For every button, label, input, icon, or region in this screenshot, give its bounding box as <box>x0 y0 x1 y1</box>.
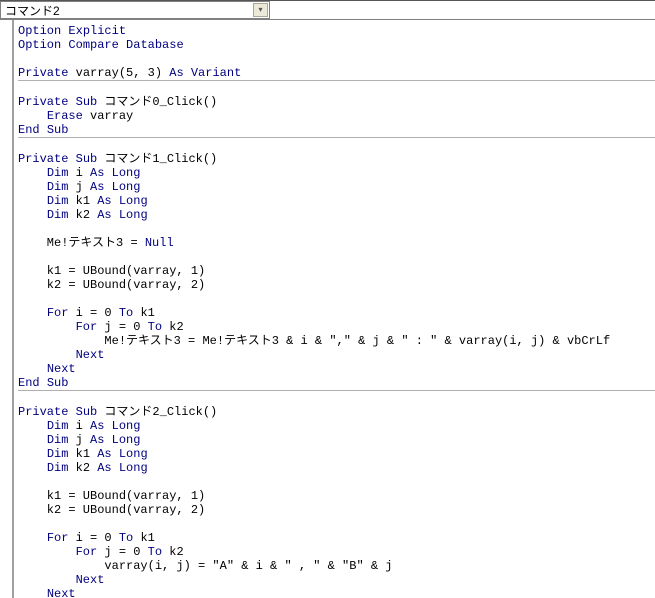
object-dropdown-bar: コマンド2 ▾ <box>0 1 655 19</box>
code-line: Me!テキスト3 = Null <box>18 236 174 250</box>
code-line: End Sub <box>18 376 68 390</box>
code-line: For i = 0 To k1 <box>18 531 155 545</box>
code-line: Next <box>18 587 76 598</box>
code-line: Option Compare Database <box>18 38 184 52</box>
code-line: End Sub <box>18 123 68 137</box>
code-line: Next <box>18 348 104 362</box>
proc-separator <box>18 137 655 138</box>
code-line: Dim j As Long <box>18 180 140 194</box>
proc-separator <box>18 390 655 391</box>
chevron-down-icon[interactable]: ▾ <box>253 3 268 17</box>
code-line: Private varray(5, 3) As Variant <box>18 66 241 80</box>
code-line: For j = 0 To k2 <box>18 545 184 559</box>
object-dropdown[interactable]: コマンド2 ▾ <box>0 1 270 19</box>
code-line: Private Sub コマンド0_Click() <box>18 95 217 109</box>
code-line: Dim i As Long <box>18 419 140 433</box>
code-line: k1 = UBound(varray, 1) <box>18 489 205 503</box>
code-line: Option Explicit <box>18 24 126 38</box>
proc-separator <box>18 80 655 81</box>
code-line: Dim k1 As Long <box>18 447 148 461</box>
code-line: For j = 0 To k2 <box>18 320 184 334</box>
object-dropdown-selected: コマンド2 <box>1 2 60 19</box>
code-line: Next <box>18 362 76 376</box>
code-line: Private Sub コマンド2_Click() <box>18 405 217 419</box>
code-line: Dim j As Long <box>18 433 140 447</box>
code-line: k2 = UBound(varray, 2) <box>18 503 205 517</box>
editor-area: Option Explicit Option Compare Database … <box>0 19 655 598</box>
code-line: Dim k2 As Long <box>18 208 148 222</box>
code-line: k2 = UBound(varray, 2) <box>18 278 205 292</box>
code-line: Erase varray <box>18 109 133 123</box>
code-line: Next <box>18 573 104 587</box>
code-line: Dim k1 As Long <box>18 194 148 208</box>
code-line: Dim i As Long <box>18 166 140 180</box>
code-line: Me!テキスト3 = Me!テキスト3 & i & "," & j & " : … <box>18 334 610 348</box>
code-line: k1 = UBound(varray, 1) <box>18 264 205 278</box>
code-line: Dim k2 As Long <box>18 461 148 475</box>
code-line: Private Sub コマンド1_Click() <box>18 152 217 166</box>
code-line: varray(i, j) = "A" & i & " , " & "B" & j <box>18 559 392 573</box>
breakpoint-gutter[interactable] <box>0 20 14 598</box>
code-line: For i = 0 To k1 <box>18 306 155 320</box>
vbe-window: コマンド2 ▾ Option Explicit Option Compare D… <box>0 0 655 598</box>
code-pane[interactable]: Option Explicit Option Compare Database … <box>14 20 655 598</box>
